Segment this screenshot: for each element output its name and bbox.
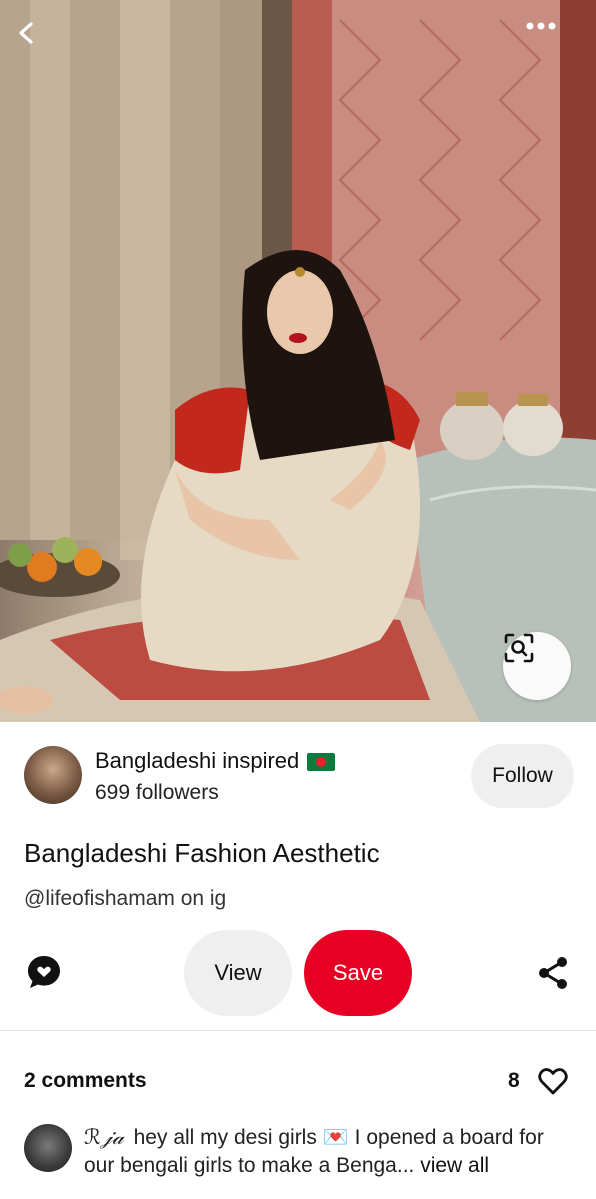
view-button[interactable]: View <box>184 930 292 1016</box>
comment-button[interactable] <box>26 954 62 990</box>
comment-bubble-icon <box>28 956 60 988</box>
back-button[interactable] <box>16 22 70 76</box>
like-count: 8 <box>508 1069 520 1092</box>
visual-search-button[interactable] <box>503 632 571 700</box>
comment-author[interactable]: ℛ𝒿𝒶 <box>84 1126 124 1149</box>
creator-name[interactable]: Bangladeshi inspired <box>95 748 336 774</box>
more-dots-icon <box>526 22 556 30</box>
heart-icon <box>538 1068 568 1095</box>
follow-button[interactable]: Follow <box>471 744 574 808</box>
comment-item: ℛ𝒿𝒶 hey all my desi girls 💌 I opened a b… <box>84 1124 574 1180</box>
visual-search-icon <box>504 633 534 663</box>
pin-photo-illustration <box>0 0 596 722</box>
commenter-avatar[interactable] <box>24 1124 72 1172</box>
more-options-button[interactable] <box>526 22 580 76</box>
share-icon <box>539 957 567 989</box>
back-arrow-icon <box>19 22 33 44</box>
save-button[interactable]: Save <box>304 930 412 1016</box>
creator-name-text[interactable]: Bangladeshi inspired <box>95 748 299 773</box>
follower-count: 699 followers <box>95 781 219 804</box>
view-all-link[interactable]: view all <box>414 1154 489 1177</box>
creator-avatar[interactable] <box>24 746 82 804</box>
creator-row: Bangladeshi inspired 699 followers Follo… <box>24 744 574 808</box>
like-button[interactable] <box>538 1067 568 1095</box>
bangladesh-flag-icon <box>307 753 336 771</box>
divider <box>0 1030 596 1031</box>
share-button[interactable] <box>537 956 569 990</box>
comments-count: 2 comments <box>24 1069 147 1092</box>
pin-description: @lifeofishamam on ig <box>24 887 227 910</box>
pin-image[interactable] <box>0 0 596 722</box>
pin-title: Bangladeshi Fashion Aesthetic <box>24 838 380 868</box>
